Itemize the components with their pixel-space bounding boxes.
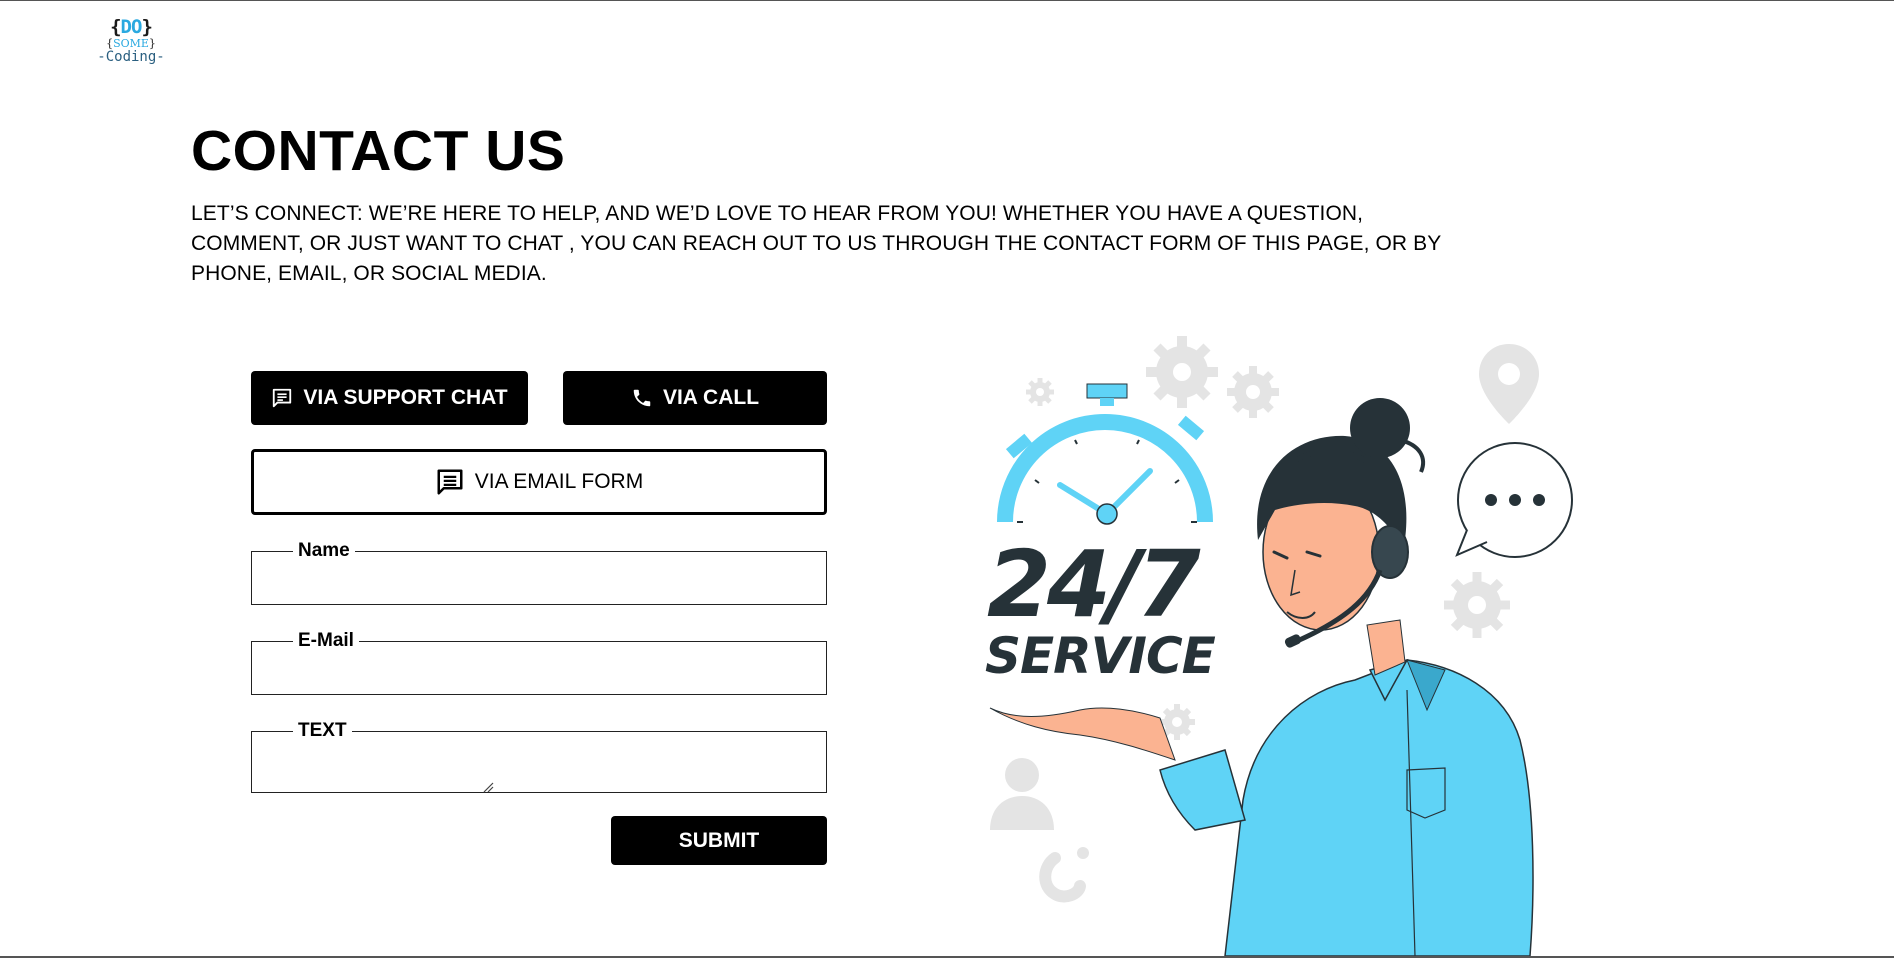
top-border: [0, 0, 1894, 1]
logo-line-2: {SOME}: [106, 37, 156, 50]
logo-line-1: {DO}: [110, 16, 153, 38]
support-chat-label: VIA SUPPORT CHAT: [303, 386, 508, 409]
logo-line-3: -Coding-: [97, 49, 165, 65]
agent-shirt: [1224, 659, 1534, 956]
name-fieldset: Name: [251, 540, 827, 605]
question-mark-icon: [1039, 847, 1089, 903]
phone-icon: [633, 389, 651, 407]
gear-icon: [1026, 378, 1054, 406]
call-button[interactable]: VIA CALL: [563, 371, 827, 425]
resize-grip-icon[interactable]: [482, 781, 494, 793]
email-label: E-Mail: [298, 630, 354, 651]
email-fieldset: E-Mail: [251, 630, 827, 695]
gear-icon: [1444, 572, 1510, 638]
agent-hand: [989, 707, 1176, 761]
email-input[interactable]: [262, 650, 816, 684]
user-icon: [990, 758, 1054, 830]
submit-label: SUBMIT: [678, 828, 760, 852]
chat-bubble-icon: [273, 388, 292, 408]
support-agent-illustration: 24/7 SERVICE: [985, 336, 1573, 956]
intro-text: LET’S CONNECT: WE’RE HERE TO HELP, AND W…: [191, 202, 1441, 285]
illustration-headline: 24/7: [987, 531, 1201, 638]
site-logo[interactable]: {DO} {SOME} -Coding-: [96, 18, 166, 78]
message-textarea[interactable]: [262, 740, 816, 774]
gear-icon: [1227, 366, 1279, 418]
call-label: VIA CALL: [662, 386, 760, 409]
text-fieldset: TEXT: [251, 720, 827, 793]
email-form-button[interactable]: VIA EMAIL FORM: [251, 449, 827, 515]
message-icon: [437, 469, 463, 495]
name-input[interactable]: [262, 560, 816, 594]
speech-bubble-icon: [1455, 442, 1573, 558]
support-chat-button[interactable]: VIA SUPPORT CHAT: [251, 371, 528, 425]
illustration-subline: SERVICE: [985, 627, 1216, 685]
gear-icon: [1146, 336, 1218, 408]
stopwatch-icon: [997, 383, 1213, 525]
submit-button[interactable]: SUBMIT: [611, 816, 827, 865]
page-title: CONTACT US: [191, 119, 566, 183]
text-label: TEXT: [298, 720, 347, 741]
name-label: Name: [298, 540, 350, 561]
email-form-label: VIA EMAIL FORM: [474, 470, 644, 493]
